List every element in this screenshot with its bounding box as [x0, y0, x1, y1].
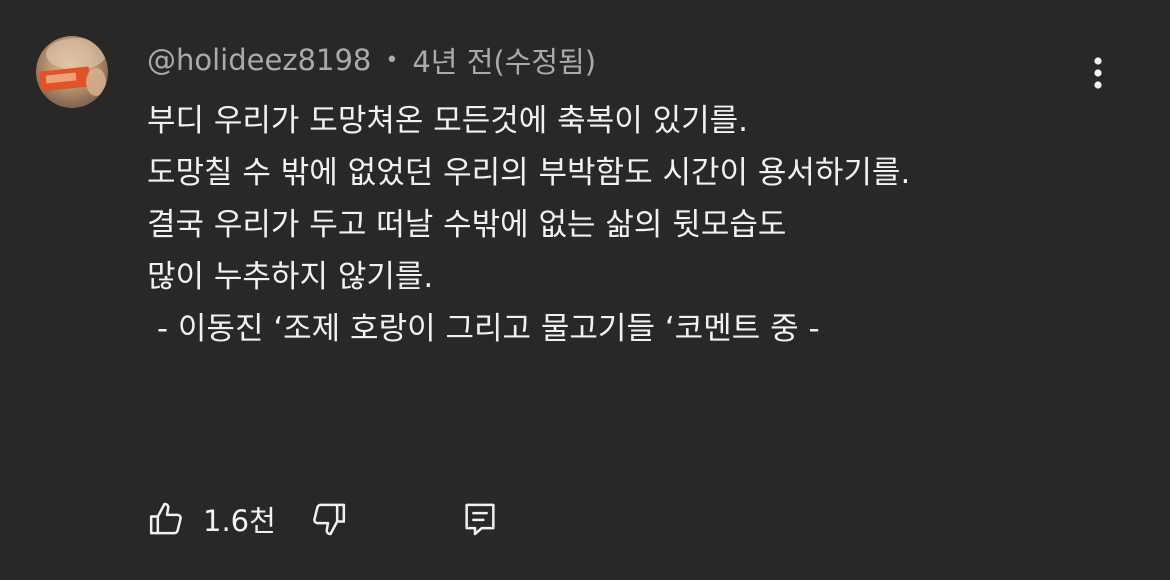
reply-button[interactable] — [458, 497, 502, 541]
like-button[interactable] — [145, 497, 189, 541]
comment-header: @holideez8198 • 4년 전(수정됨) — [147, 40, 596, 80]
thumbs-up-icon — [149, 502, 182, 535]
dislike-button[interactable] — [306, 497, 350, 541]
author-name[interactable]: @holideez8198 — [147, 43, 371, 77]
separator-dot: • — [385, 47, 399, 73]
reply-comment-icon — [465, 503, 495, 536]
more-vert-icon — [1094, 57, 1102, 89]
avatar[interactable] — [36, 36, 108, 108]
comment-actions: 1.6천 — [145, 495, 502, 543]
more-options-button[interactable] — [1078, 52, 1118, 94]
comment-timestamp[interactable]: 4년 전(수정됨) — [412, 39, 596, 81]
like-count: 1.6천 — [203, 504, 276, 538]
comment-text: 부디 우리가 도망쳐온 모든것에 축복이 있기를. 도망칠 수 밖에 없었던 우… — [147, 103, 911, 347]
thumbs-down-icon — [312, 503, 345, 536]
